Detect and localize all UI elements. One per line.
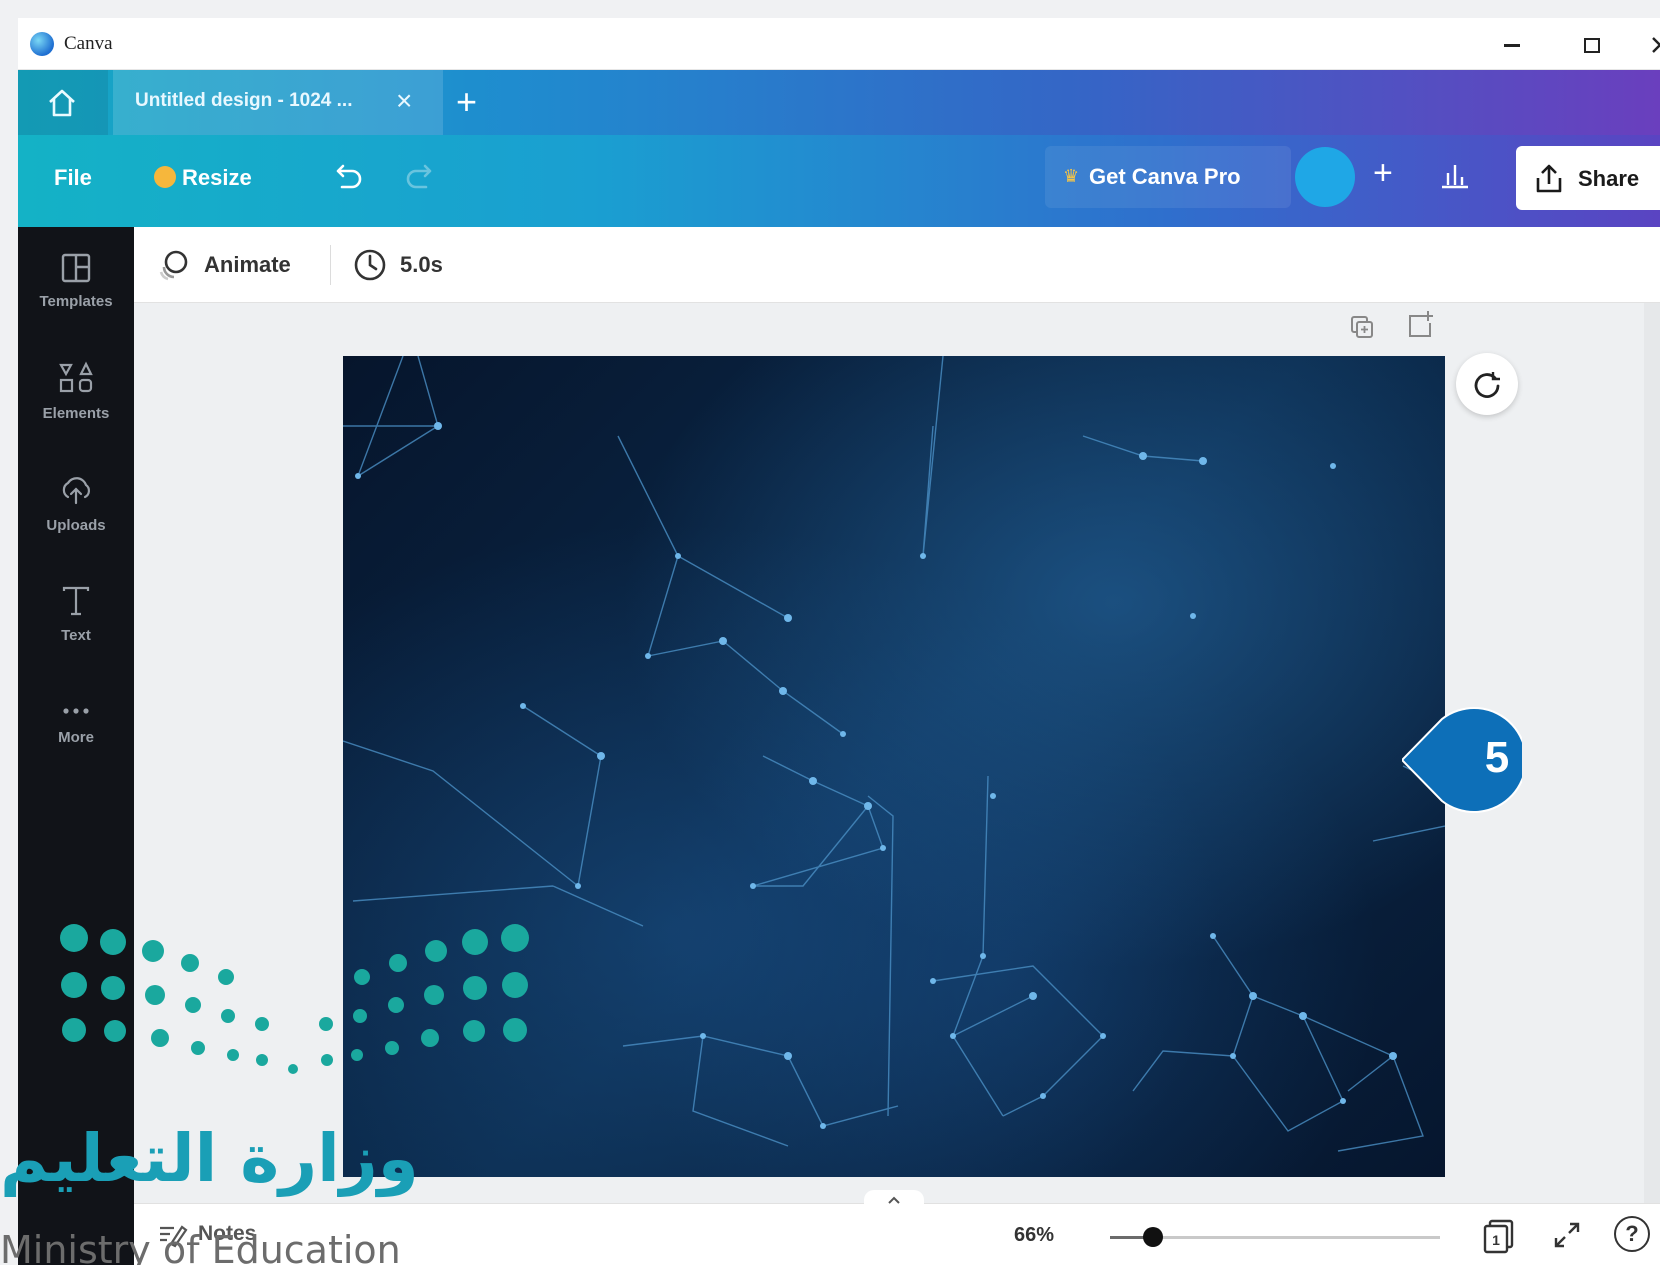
home-icon <box>49 89 75 117</box>
window-titlebar: Canva <box>18 18 1660 70</box>
canva-logo-icon <box>30 32 54 56</box>
app-name: Canva <box>64 33 113 54</box>
refresh-page-button[interactable] <box>1456 353 1518 415</box>
crown-icon <box>154 166 176 188</box>
tab-close-icon[interactable]: × <box>396 85 412 117</box>
add-page-icon <box>1409 311 1433 337</box>
sidebar-item-label: More <box>58 729 94 746</box>
maximize-icon <box>1584 37 1600 53</box>
minimize-button[interactable] <box>1492 26 1532 62</box>
design-page-canvas[interactable] <box>343 356 1445 1177</box>
minimize-icon <box>1504 43 1520 47</box>
status-bar: Notes 66% 1 ? <box>134 1190 1660 1265</box>
context-toolbar: Animate 5.0s <box>134 227 1660 303</box>
maximize-button[interactable] <box>1572 26 1612 62</box>
zoom-level[interactable]: 66% <box>1014 1224 1054 1247</box>
notes-button[interactable]: Notes <box>158 1222 256 1253</box>
sidebar-item-label: Text <box>61 627 91 644</box>
animate-button[interactable]: Animate <box>156 247 291 288</box>
elements-icon <box>59 361 93 393</box>
close-icon <box>1652 37 1660 54</box>
animate-icon <box>159 250 188 281</box>
chevron-up-icon <box>888 1196 900 1204</box>
page-count-button[interactable]: 1 <box>1480 1217 1518 1260</box>
page-count: 1 <box>1492 1232 1500 1248</box>
share-icon <box>1536 164 1562 193</box>
canva-window: Canva Untitled design - 1024 ... × + Fil… <box>0 0 1660 1265</box>
insights-button[interactable] <box>1438 157 1472 196</box>
avatar[interactable] <box>1295 147 1355 207</box>
home-tab-button[interactable] <box>18 70 108 135</box>
sidebar-item-uploads[interactable]: Uploads <box>18 471 134 571</box>
get-canva-pro-button[interactable]: ♛ Get Canva Pro <box>1045 146 1291 208</box>
duplicate-page-button[interactable] <box>1347 312 1377 347</box>
crown-icon: ♛ <box>1063 166 1080 186</box>
hide-pages-button[interactable] <box>864 1190 924 1210</box>
tab-strip: Untitled design - 1024 ... × + <box>18 70 1660 135</box>
design-workspace: 5 <box>134 303 1660 1203</box>
expand-icon <box>1554 1222 1580 1248</box>
duration-button[interactable]: 5.0s <box>352 247 443 288</box>
refresh-icon <box>1474 372 1500 398</box>
text-icon <box>62 586 90 616</box>
stats-icon <box>1442 165 1468 189</box>
vertical-scrollbar[interactable] <box>1644 303 1660 1203</box>
resize-label: Resize <box>182 165 252 190</box>
sidebar-item-elements[interactable]: Elements <box>18 359 134 459</box>
sidebar-item-label: Elements <box>42 405 110 422</box>
share-label: Share <box>1578 166 1640 191</box>
tab-untitled-design[interactable]: Untitled design - 1024 ... × <box>113 70 443 135</box>
add-page-button[interactable] <box>1404 309 1436 346</box>
pages-icon: 1 <box>1483 1219 1514 1254</box>
sidebar-item-label: Templates <box>39 293 113 310</box>
duplicate-icon <box>1351 316 1373 338</box>
more-icon <box>63 708 89 714</box>
get-canva-pro-label: Get Canva Pro <box>1089 164 1241 189</box>
sidebar-item-text[interactable]: Text <box>18 583 134 683</box>
editor-toolbar: File Resize ♛ Get Canva Pro + Share <box>18 135 1660 227</box>
add-collaborator-button[interactable]: + <box>1373 151 1393 195</box>
sidebar-item-label: Uploads <box>46 517 106 534</box>
file-menu-button[interactable]: File <box>54 165 92 191</box>
notes-label: Notes <box>198 1222 257 1245</box>
redo-button[interactable] <box>402 159 438 200</box>
uploads-icon <box>62 477 91 505</box>
notes-icon <box>160 1225 188 1248</box>
network-background-image <box>343 356 1445 1152</box>
step-number: 5 <box>1484 733 1510 782</box>
side-panel: Templates Elements Uploads Text More <box>18 227 134 1265</box>
templates-icon <box>61 253 91 283</box>
zoom-slider-handle[interactable] <box>1142 1227 1163 1247</box>
tab-title: Untitled design - 1024 ... <box>135 90 353 111</box>
new-tab-button[interactable]: + <box>456 80 477 124</box>
undo-icon <box>336 164 362 189</box>
redo-icon <box>406 164 432 189</box>
close-window-button[interactable] <box>1640 26 1660 62</box>
share-button[interactable]: Share <box>1516 146 1660 210</box>
clock-icon <box>354 249 386 281</box>
toolbar-divider <box>330 245 331 285</box>
duration-label: 5.0s <box>400 252 443 277</box>
sidebar-item-templates[interactable]: Templates <box>18 251 134 351</box>
sidebar-item-more[interactable]: More <box>18 701 134 801</box>
resize-button[interactable]: Resize <box>154 165 252 191</box>
fullscreen-button[interactable] <box>1552 1220 1582 1255</box>
help-button[interactable]: ? <box>1614 1216 1650 1252</box>
animate-label: Animate <box>204 252 291 277</box>
undo-button[interactable] <box>330 159 366 200</box>
